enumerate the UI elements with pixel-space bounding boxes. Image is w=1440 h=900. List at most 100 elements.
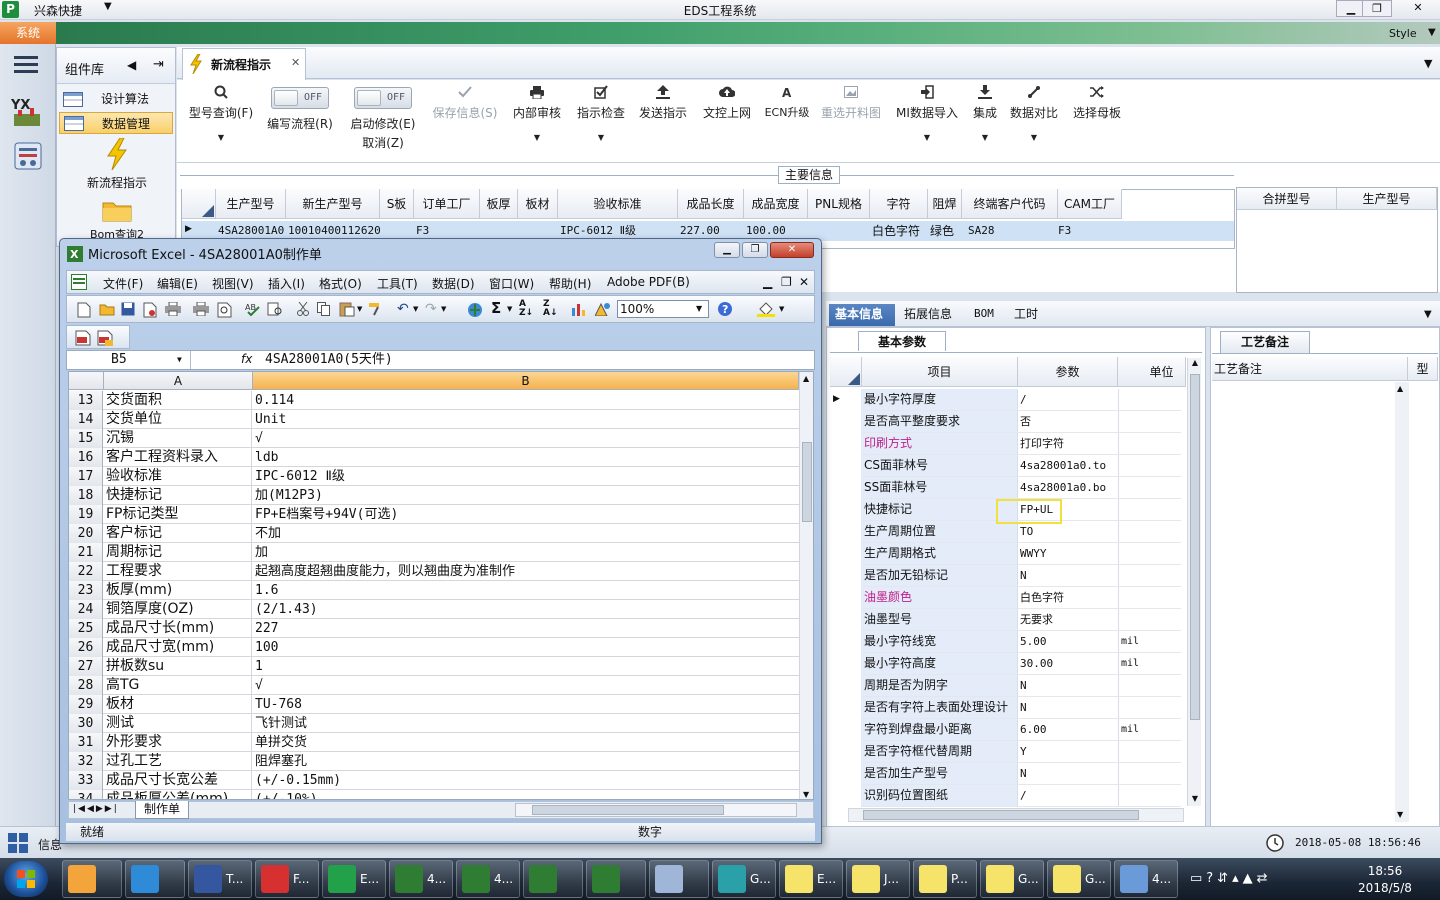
system-menu-tab[interactable]: 系统	[0, 22, 56, 44]
param-row[interactable]: 是否有字符上表面处理设计 N	[861, 697, 1181, 719]
tab-extended-info[interactable]: 拓展信息	[904, 304, 952, 326]
new-icon[interactable]	[77, 302, 91, 318]
col-header[interactable]: 字符	[870, 189, 928, 219]
menu-data[interactable]: 数据(D)	[432, 275, 475, 292]
sheet-v-scrollbar[interactable]: ▲ ▼	[799, 372, 813, 799]
name-box[interactable]: B5 ▼	[67, 351, 191, 369]
param-value[interactable]: N	[1017, 763, 1117, 784]
menu-tools[interactable]: 工具(T)	[377, 275, 418, 292]
craft-scrollbar[interactable]: ▲ ▼	[1395, 382, 1409, 822]
param-row[interactable]: 油墨颜色 白色字符	[861, 587, 1181, 609]
menu-view[interactable]: 视图(V)	[212, 275, 254, 292]
function-icon[interactable]: fx	[241, 352, 252, 366]
sheet-h-scrollbar[interactable]	[515, 803, 797, 817]
scroll-thumb[interactable]	[863, 810, 1139, 820]
cell-a[interactable]: FP标记类型	[104, 505, 252, 524]
dropdown-arrow-icon[interactable]: ▼	[413, 305, 418, 313]
row-number[interactable]: 16	[69, 448, 103, 467]
column-header-a[interactable]: A	[104, 372, 253, 390]
col-header[interactable]: 型	[1408, 357, 1438, 381]
internal-review-button[interactable]: 内部审核 ▼	[509, 83, 565, 142]
hyperlink-icon[interactable]	[467, 302, 483, 318]
cell-a[interactable]: 板厚(mm)	[104, 581, 252, 600]
taskbar-button[interactable]: P...	[913, 860, 977, 898]
ecn-upgrade-button[interactable]: A ECN升级	[761, 83, 813, 120]
col-header[interactable]: 单位	[1118, 357, 1186, 387]
cell-b[interactable]: FP+E档案号+94V(可选)	[253, 505, 799, 524]
scroll-up-icon[interactable]: ▲	[1397, 384, 1403, 393]
col-header[interactable]: 订单工厂	[414, 189, 480, 219]
menu-window[interactable]: 窗口(W)	[489, 275, 534, 292]
cell-a[interactable]: 外形要求	[104, 733, 252, 752]
sheet-row[interactable]: 13 交货面积 0.114	[69, 391, 799, 410]
doc-close-icon[interactable]: ✕	[799, 275, 809, 289]
write-flow-toggle[interactable]: OFF	[271, 87, 329, 109]
cell-a[interactable]: 成品板厚公差(mm)	[104, 790, 252, 799]
paste-icon[interactable]	[339, 301, 355, 317]
tab-list-dropdown-icon[interactable]: ▼	[1424, 57, 1432, 70]
data-compare-button[interactable]: 数据对比 ▼	[1009, 83, 1059, 142]
cell-a[interactable]: 拼板数su	[104, 657, 252, 676]
library-item-new-flow[interactable]: 新流程指示	[75, 138, 159, 191]
row-number[interactable]: 17	[69, 467, 103, 486]
row-number[interactable]: 27	[69, 657, 103, 676]
save-info-button[interactable]: 保存信息(S)	[429, 83, 501, 121]
scroll-thumb[interactable]	[1190, 374, 1200, 720]
pdf-email-icon[interactable]	[97, 330, 113, 346]
cell-a[interactable]: 测试	[104, 714, 252, 733]
param-value[interactable]: WWYY	[1017, 543, 1117, 564]
detail-tab-dropdown-icon[interactable]: ▼	[1424, 309, 1432, 320]
cut-icon[interactable]	[297, 302, 309, 316]
cell-a[interactable]: 板材	[104, 695, 252, 714]
menu-edit[interactable]: 编辑(E)	[157, 275, 198, 292]
row-number[interactable]: 23	[69, 581, 103, 600]
param-row[interactable]: CS面菲林号 4sa28001a0.to	[861, 455, 1181, 477]
col-header[interactable]: CAM工厂	[1058, 189, 1122, 219]
cell-b[interactable]: TU-768	[253, 695, 799, 714]
sheet-row[interactable]: 18 快捷标记 加(M12P3)	[69, 486, 799, 505]
spelling-icon[interactable]: AB	[245, 302, 261, 316]
sheet-row[interactable]: 24 铜箔厚度(OZ) (2/1.43)	[69, 600, 799, 619]
redo-icon[interactable]: ↷	[425, 301, 437, 317]
cell-a[interactable]: 快捷标记	[104, 486, 252, 505]
start-modify-toggle[interactable]: OFF	[354, 87, 412, 109]
taskbar-button[interactable]: G...	[712, 860, 776, 898]
sheet-row[interactable]: 26 成品尺寸宽(mm) 100	[69, 638, 799, 657]
print-icon[interactable]	[165, 302, 181, 316]
cell-b[interactable]: IPC-6012 Ⅱ级	[253, 467, 799, 486]
sheet-row[interactable]: 20 客户标记 不加	[69, 524, 799, 543]
param-row[interactable]: 生产周期位置 TO	[861, 521, 1181, 543]
dropdown-arrow-icon[interactable]: ▼	[573, 133, 629, 142]
params-h-scrollbar[interactable]	[848, 808, 1184, 822]
param-row[interactable]: 是否高平整度要求否	[861, 411, 1181, 433]
style-menu[interactable]: Style	[1389, 27, 1417, 40]
row-number[interactable]: 21	[69, 543, 103, 562]
format-painter-icon[interactable]	[369, 302, 383, 316]
row-number[interactable]: 14	[69, 410, 103, 429]
dropdown-arrow-icon[interactable]: ▼	[967, 133, 1003, 142]
cell-b[interactable]: 100	[253, 638, 799, 657]
row-number[interactable]: 20	[69, 524, 103, 543]
col-header[interactable]: 阻焊	[928, 189, 962, 219]
cell-b[interactable]: 阻焊塞孔	[253, 752, 799, 771]
scroll-down-icon[interactable]: ▼	[1397, 810, 1403, 819]
sort-ascending-icon[interactable]: A Z↓	[519, 300, 533, 318]
menu-adobe-pdf[interactable]: Adobe PDF(B)	[607, 275, 690, 289]
param-value[interactable]: Y	[1017, 741, 1117, 762]
sheet-row[interactable]: 19 FP标记类型 FP+E档案号+94V(可选)	[69, 505, 799, 524]
param-value[interactable]: /	[1017, 785, 1117, 806]
menu-insert[interactable]: 插入(I)	[268, 275, 305, 292]
sheet-row[interactable]: 32 过孔工艺 阻焊塞孔	[69, 752, 799, 771]
scroll-down-icon[interactable]: ▼	[1188, 794, 1202, 803]
taskbar-clock[interactable]: 18:56 2018/5/8	[1340, 863, 1430, 897]
dropdown-arrow-icon[interactable]: ▼	[696, 301, 702, 317]
cell-b[interactable]: √	[253, 676, 799, 695]
mi-data-import-button[interactable]: MI数据导入 ▼	[891, 83, 963, 142]
row-number[interactable]: 33	[69, 771, 103, 790]
taskbar-button[interactable]	[523, 860, 583, 898]
doc-control-online-button[interactable]: 文控上网	[697, 83, 757, 121]
param-value[interactable]: 6.00	[1017, 719, 1117, 740]
tab-hours[interactable]: 工时	[1014, 304, 1038, 326]
excel-doc-icon[interactable]	[71, 274, 87, 290]
row-number[interactable]: 31	[69, 733, 103, 752]
